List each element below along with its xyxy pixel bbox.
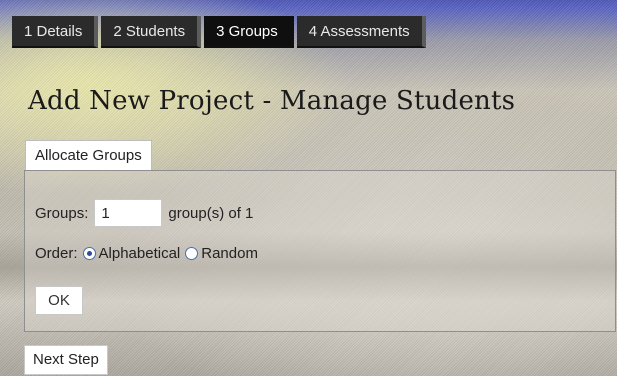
order-row: Order: Alphabetical Random	[35, 245, 258, 262]
groups-input[interactable]	[94, 199, 163, 227]
tab-details[interactable]: 1 Details	[12, 16, 99, 48]
order-label: Order:	[35, 245, 78, 262]
alphabetical-label[interactable]: Alphabetical	[99, 245, 181, 262]
random-radio[interactable]	[185, 247, 199, 260]
tab-assessments[interactable]: 4 Assessments	[296, 16, 426, 48]
tab-groups[interactable]: 3 Groups	[204, 16, 294, 48]
page-title: Add New Project - Manage Students	[28, 86, 516, 116]
groups-row: Groups: group(s) of 1	[35, 199, 253, 227]
tab-students[interactable]: 2 Students	[101, 16, 202, 48]
groups-label: Groups:	[35, 204, 89, 222]
next-step-button[interactable]: Next Step	[24, 345, 108, 375]
random-label[interactable]: Random	[201, 245, 258, 262]
allocate-groups-panel: Groups: group(s) of 1 Order: Alphabetica…	[24, 170, 616, 332]
alphabetical-radio[interactable]	[82, 247, 96, 260]
allocate-groups-tab: Allocate Groups	[25, 140, 152, 170]
ok-button[interactable]: OK	[35, 286, 83, 315]
groups-suffix: group(s) of 1	[168, 204, 254, 222]
wizard-tabs: 1 Details 2 Students 3 Groups 4 Assessme…	[12, 16, 426, 48]
